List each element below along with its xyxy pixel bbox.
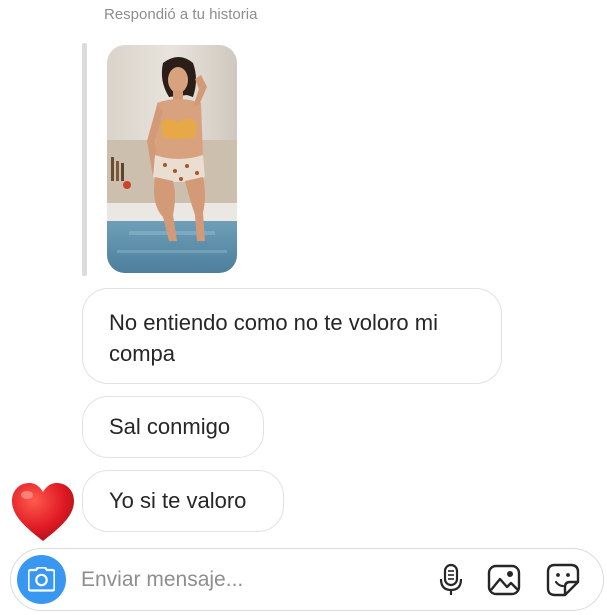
microphone-icon — [439, 563, 463, 595]
microphone-button[interactable] — [434, 563, 468, 597]
message-text: Sal conmigo — [109, 414, 231, 439]
image-gallery-icon — [487, 564, 521, 596]
sticker-icon — [546, 563, 580, 597]
message-bubble[interactable]: Sal conmigo — [82, 396, 264, 458]
sticker-button[interactable] — [546, 563, 580, 597]
story-quote-bar — [82, 43, 87, 276]
red-heart-icon — [10, 481, 76, 543]
camera-icon — [28, 567, 55, 592]
message-bubble[interactable]: Yo si te valoro — [82, 470, 284, 532]
story-reply-label: Respondió a tu historia — [104, 6, 258, 23]
gallery-button[interactable] — [487, 563, 521, 597]
message-composer — [10, 548, 604, 611]
story-thumbnail[interactable] — [107, 45, 237, 273]
message-text: No entiendo como no te voloro mi compa — [109, 310, 438, 366]
message-text: Yo si te valoro — [109, 488, 247, 513]
camera-button[interactable] — [17, 555, 66, 604]
message-bubble[interactable]: No entiendo como no te voloro mi compa — [82, 288, 502, 384]
message-input[interactable] — [81, 565, 411, 595]
